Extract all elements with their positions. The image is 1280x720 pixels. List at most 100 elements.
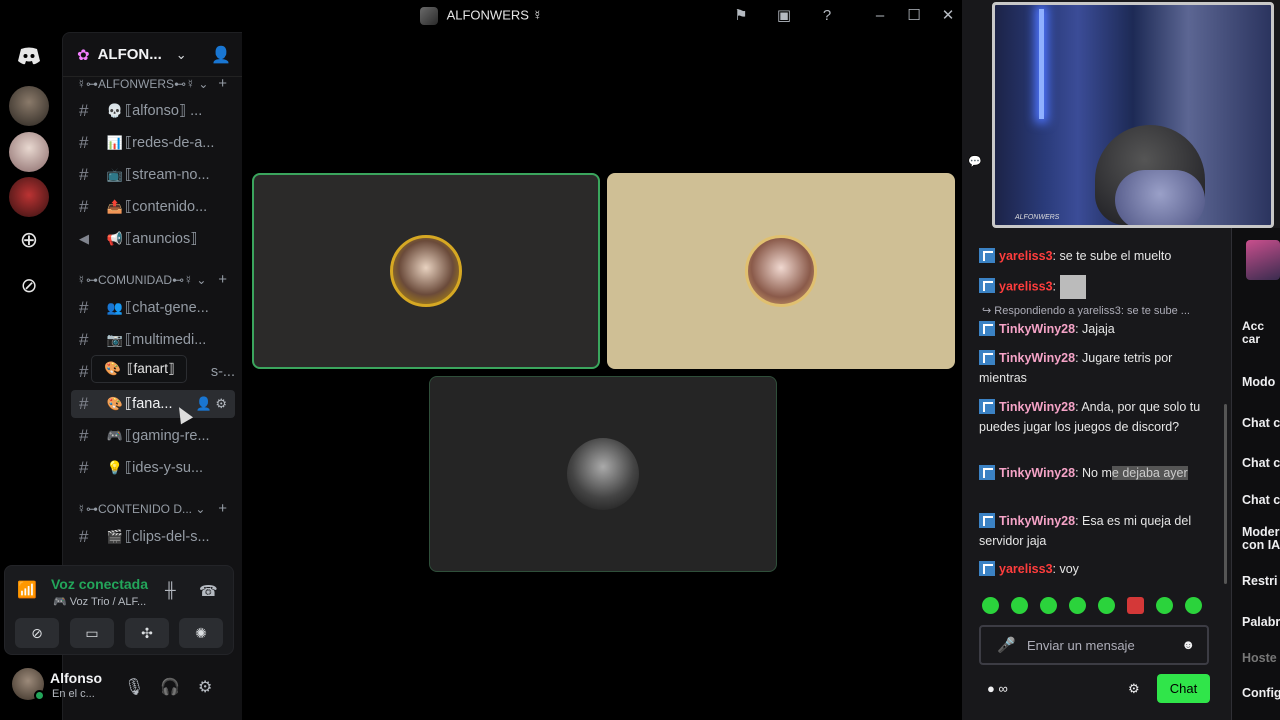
emote-icon[interactable] [1040, 597, 1057, 614]
server-name: ALFON... [97, 46, 162, 63]
emote-icon[interactable] [982, 597, 999, 614]
channel-label: ⟦gaming-re... [125, 428, 210, 444]
channel-tooltip: 🎨 ⟦fanart⟧ [91, 355, 187, 383]
disconnect-icon[interactable]: ☎ [199, 582, 218, 600]
emote-picker-icon[interactable]: ☻ [1181, 637, 1195, 652]
chat-username[interactable]: TinkyWiny28 [999, 466, 1075, 480]
minimize-icon[interactable]: – [869, 6, 891, 26]
channel-gaming[interactable]: # 🎮 ⟦gaming-re... [71, 422, 235, 450]
chat-scrollbar[interactable] [1224, 404, 1227, 584]
emote-icon[interactable] [1069, 597, 1086, 614]
channel-alfonso[interactable]: # 💀 ⟦alfonso⟧ ... [71, 97, 235, 125]
chat-username[interactable]: yareliss3 [999, 562, 1053, 576]
emote-image [1059, 275, 1086, 299]
participant-tile-alfonso[interactable] [252, 173, 600, 369]
server-icon-3[interactable] [9, 177, 49, 217]
help-icon[interactable]: ? [816, 6, 838, 26]
category-contenido[interactable]: ☿⊶CONTENIDO D... ⌄ + [77, 500, 237, 518]
microphone-icon[interactable]: 🎤 [997, 636, 1016, 654]
user-name[interactable]: Alfonso [50, 670, 102, 686]
user-settings-icon[interactable]: ⚙ [198, 677, 212, 697]
channel-multimedia[interactable]: # 📷 ⟦multimedi... [71, 326, 235, 354]
gear-icon[interactable]: ⚙ [1128, 681, 1140, 697]
emote-icon[interactable] [1127, 597, 1144, 614]
chat-username[interactable]: yareliss3 [999, 279, 1053, 293]
chat-message: yareliss3: [979, 275, 1204, 299]
prime-badge-icon [979, 350, 995, 365]
stream-thumbnail[interactable] [1246, 240, 1280, 280]
category-comunidad[interactable]: ☿⊶COMUNIDAD⊷☿ ⌄ + [77, 271, 237, 289]
chat-messages: yareliss3: se te sube el muelto yareliss… [976, 240, 1221, 585]
emote-icon[interactable] [1185, 597, 1202, 614]
channel-stream[interactable]: # 📺 ⟦stream-no... [71, 161, 235, 189]
side-item[interactable]: Chat c [1242, 416, 1280, 430]
add-server-icon[interactable]: ⊕ [9, 220, 49, 260]
side-item[interactable]: Hoste [1242, 651, 1277, 665]
chat-message: TinkyWiny28: Jugare tetris por mientras [979, 348, 1204, 388]
invite-icon[interactable]: 👤 [211, 45, 231, 65]
chat-text: : [1052, 279, 1057, 294]
channel-chat-general[interactable]: # 👥 ⟦chat-gene... [71, 294, 235, 322]
chat-username[interactable]: TinkyWiny28 [999, 322, 1075, 336]
side-item[interactable]: Modo [1242, 375, 1275, 389]
add-channel-icon[interactable]: + [218, 75, 227, 92]
chat-username[interactable]: yareliss3 [999, 249, 1053, 263]
noise-suppression-icon[interactable]: ╫ [165, 582, 176, 599]
activities-button[interactable]: ✣ [125, 618, 169, 648]
channel-anuncios[interactable]: ◀ 📢 ⟦anuncios⟧ [71, 225, 235, 253]
category-alfonwers[interactable]: ☿⊶ALFONWERS⊷☿ ⌄ + [77, 75, 237, 93]
hash-icon: # [79, 298, 89, 317]
side-item[interactable]: Config [1242, 686, 1280, 700]
headphones-icon[interactable]: 🎧 [160, 677, 180, 697]
participant-tile-3[interactable] [429, 376, 777, 572]
chat-text: : No m [1075, 466, 1112, 480]
guild-header[interactable]: ✿ ALFON... ⌄ 👤 [63, 33, 243, 77]
chat-username[interactable]: TinkyWiny28 [999, 400, 1075, 414]
close-icon[interactable]: ✕ [937, 6, 959, 26]
channel-label: ⟦ides-y-su... [125, 460, 204, 476]
microphone-icon[interactable]: 🎙 [124, 677, 144, 697]
channel-fanart[interactable]: # 🎨 ⟦fana... 👤 ⚙ [71, 390, 235, 418]
channel-ideas[interactable]: # 💡 ⟦ides-y-su... [71, 454, 235, 482]
side-item[interactable]: Chat c [1242, 493, 1280, 507]
chat-input[interactable]: 🎤 Enviar un mensaje ☻ [979, 625, 1209, 665]
emote-icon[interactable] [1011, 597, 1028, 614]
side-item[interactable]: Chat c [1242, 456, 1280, 470]
avatar [745, 235, 817, 307]
side-item[interactable]: Restri [1242, 574, 1277, 588]
explore-icon[interactable]: ⊘ [9, 265, 49, 305]
channel-settings-icons[interactable]: 👤 ⚙ [196, 396, 227, 412]
emote-icon[interactable] [1156, 597, 1173, 614]
add-channel-icon[interactable]: + [218, 271, 227, 288]
window-title-text: ALFONWERS ☿ [446, 7, 543, 23]
side-item[interactable]: Acc car [1242, 320, 1280, 346]
flag-icon[interactable]: ⚑ [730, 6, 752, 26]
hash-icon: # [79, 165, 89, 184]
channel-points[interactable]: ● ∞ [987, 681, 1008, 696]
camera-off-button[interactable]: ⊘ [15, 618, 59, 648]
participant-tile-2[interactable] [607, 173, 955, 369]
add-channel-icon[interactable]: + [218, 500, 227, 517]
channel-contenido[interactable]: # 📤 ⟦contenido... [71, 193, 235, 221]
chat-username[interactable]: TinkyWiny28 [999, 514, 1075, 528]
prime-badge-icon [979, 248, 995, 263]
server-icon-alfonwers[interactable] [9, 86, 49, 126]
online-status-dot [34, 690, 45, 701]
channel-redes[interactable]: # 📊 ⟦redes-de-a... [71, 129, 235, 157]
side-item[interactable]: Moder con IA [1242, 526, 1280, 552]
voice-channel-name[interactable]: 🎮 Voz Trio / ALF... [53, 595, 146, 608]
inbox-icon[interactable]: ▣ [773, 6, 795, 26]
side-item[interactable]: Palabr [1242, 615, 1280, 629]
channel-emoji: 🎨 [106, 396, 124, 411]
discord-home-icon[interactable] [9, 36, 49, 76]
emote-icon[interactable] [1098, 597, 1115, 614]
maximize-icon[interactable]: ☐ [903, 6, 925, 26]
channel-clips[interactable]: # 🎬 ⟦clips-del-s... [71, 523, 235, 551]
chat-username[interactable]: TinkyWiny28 [999, 351, 1075, 365]
screen-share-button[interactable]: ▭ [70, 618, 114, 648]
chat-send-button[interactable]: Chat [1157, 674, 1210, 703]
server-icon-2[interactable] [9, 132, 49, 172]
chat-bubble-icon[interactable]: 💬 [968, 155, 982, 168]
hash-icon: # [79, 197, 89, 216]
soundboard-button[interactable]: ✺ [179, 618, 223, 648]
